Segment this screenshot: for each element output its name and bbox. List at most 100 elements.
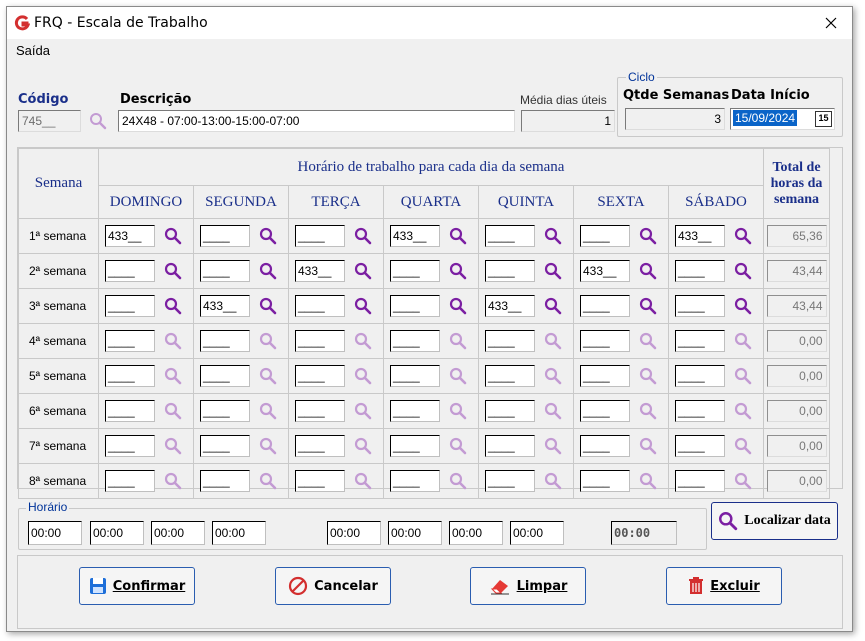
horario-code-input[interactable]: ____ [200,365,250,387]
horario-search-button[interactable] [541,294,565,318]
horario-code-input[interactable]: ____ [390,400,440,422]
horario-search-button[interactable] [256,469,280,493]
horario-search-button[interactable] [256,364,280,388]
horario-search-button[interactable] [731,399,755,423]
horario-search-button[interactable] [351,399,375,423]
horario-code-input[interactable]: ____ [580,295,630,317]
horario-code-input[interactable]: ____ [580,330,630,352]
horario-search-button[interactable] [161,364,185,388]
horario-code-input[interactable]: ____ [485,330,535,352]
horario-code-input[interactable]: ____ [390,260,440,282]
horario-code-input[interactable]: ____ [295,225,345,247]
cancelar-button[interactable]: Cancelar [275,567,391,605]
horario-field-2[interactable]: 00:00 [90,521,144,545]
horario-code-input[interactable]: ____ [675,470,725,492]
horario-field-7[interactable]: 00:00 [449,521,503,545]
horario-code-input[interactable]: ____ [105,330,155,352]
horario-code-input[interactable]: ____ [295,330,345,352]
horario-code-input[interactable]: ____ [675,330,725,352]
horario-search-button[interactable] [636,294,660,318]
horario-search-button[interactable] [541,399,565,423]
horario-search-button[interactable] [636,329,660,353]
horario-search-button[interactable] [161,469,185,493]
horario-search-button[interactable] [541,224,565,248]
horario-code-input[interactable]: ____ [200,260,250,282]
horario-search-button[interactable] [541,469,565,493]
horario-search-button[interactable] [161,294,185,318]
horario-search-button[interactable] [351,434,375,458]
horario-search-button[interactable] [541,329,565,353]
horario-code-input[interactable]: 433__ [200,295,250,317]
codigo-search-button[interactable] [87,110,109,132]
horario-code-input[interactable]: ____ [105,365,155,387]
horario-search-button[interactable] [541,364,565,388]
horario-code-input[interactable]: ____ [105,435,155,457]
horario-search-button[interactable] [256,224,280,248]
horario-search-button[interactable] [446,434,470,458]
horario-search-button[interactable] [351,364,375,388]
horario-code-input[interactable]: ____ [390,365,440,387]
horario-code-input[interactable]: ____ [675,400,725,422]
horario-search-button[interactable] [731,469,755,493]
horario-search-button[interactable] [446,224,470,248]
horario-search-button[interactable] [731,329,755,353]
horario-code-input[interactable]: ____ [200,225,250,247]
horario-search-button[interactable] [731,224,755,248]
horario-code-input[interactable]: ____ [580,435,630,457]
horario-search-button[interactable] [636,469,660,493]
horario-search-button[interactable] [636,399,660,423]
horario-search-button[interactable] [636,259,660,283]
horario-search-button[interactable] [256,329,280,353]
horario-code-input[interactable]: ____ [485,470,535,492]
horario-search-button[interactable] [351,329,375,353]
horario-code-input[interactable]: ____ [485,260,535,282]
horario-code-input[interactable]: ____ [390,295,440,317]
horario-search-button[interactable] [446,364,470,388]
menu-saida[interactable]: Saída [16,43,50,58]
horario-code-input[interactable]: ____ [485,400,535,422]
confirmar-button[interactable]: Confirmar [79,567,195,605]
horario-code-input[interactable]: ____ [390,330,440,352]
horario-code-input[interactable]: 433__ [390,225,440,247]
horario-search-button[interactable] [161,399,185,423]
horario-code-input[interactable]: ____ [485,365,535,387]
horario-code-input[interactable]: ____ [485,225,535,247]
horario-code-input[interactable]: ____ [295,435,345,457]
horario-search-button[interactable] [161,224,185,248]
descricao-field[interactable]: 24X48 - 07:00-13:00-15:00-07:00 [118,110,515,132]
horario-search-button[interactable] [541,259,565,283]
codigo-field[interactable]: 745__ [18,110,81,132]
horario-search-button[interactable] [256,259,280,283]
horario-search-button[interactable] [446,399,470,423]
horario-search-button[interactable] [731,294,755,318]
horario-code-input[interactable]: ____ [485,435,535,457]
horario-code-input[interactable]: ____ [580,365,630,387]
horario-code-input[interactable]: ____ [675,260,725,282]
horario-code-input[interactable]: ____ [580,470,630,492]
horario-code-input[interactable]: ____ [390,470,440,492]
horario-field-1[interactable]: 00:00 [28,521,82,545]
horario-code-input[interactable]: ____ [200,400,250,422]
horario-code-input[interactable]: ____ [675,435,725,457]
horario-search-button[interactable] [446,469,470,493]
horario-search-button[interactable] [351,469,375,493]
horario-search-button[interactable] [161,434,185,458]
horario-field-4[interactable]: 00:00 [212,521,266,545]
horario-search-button[interactable] [636,434,660,458]
horario-code-input[interactable]: ____ [675,295,725,317]
horario-search-button[interactable] [731,259,755,283]
horario-search-button[interactable] [351,294,375,318]
horario-code-input[interactable]: ____ [200,435,250,457]
horario-code-input[interactable]: ____ [105,400,155,422]
horario-search-button[interactable] [161,329,185,353]
horario-code-input[interactable]: ____ [105,470,155,492]
horario-code-input[interactable]: ____ [675,365,725,387]
horario-search-button[interactable] [731,434,755,458]
horario-search-button[interactable] [256,434,280,458]
horario-search-button[interactable] [351,259,375,283]
horario-search-button[interactable] [351,224,375,248]
horario-search-button[interactable] [731,364,755,388]
horario-search-button[interactable] [446,259,470,283]
limpar-button[interactable]: Limpar [470,567,586,605]
horario-search-button[interactable] [446,329,470,353]
